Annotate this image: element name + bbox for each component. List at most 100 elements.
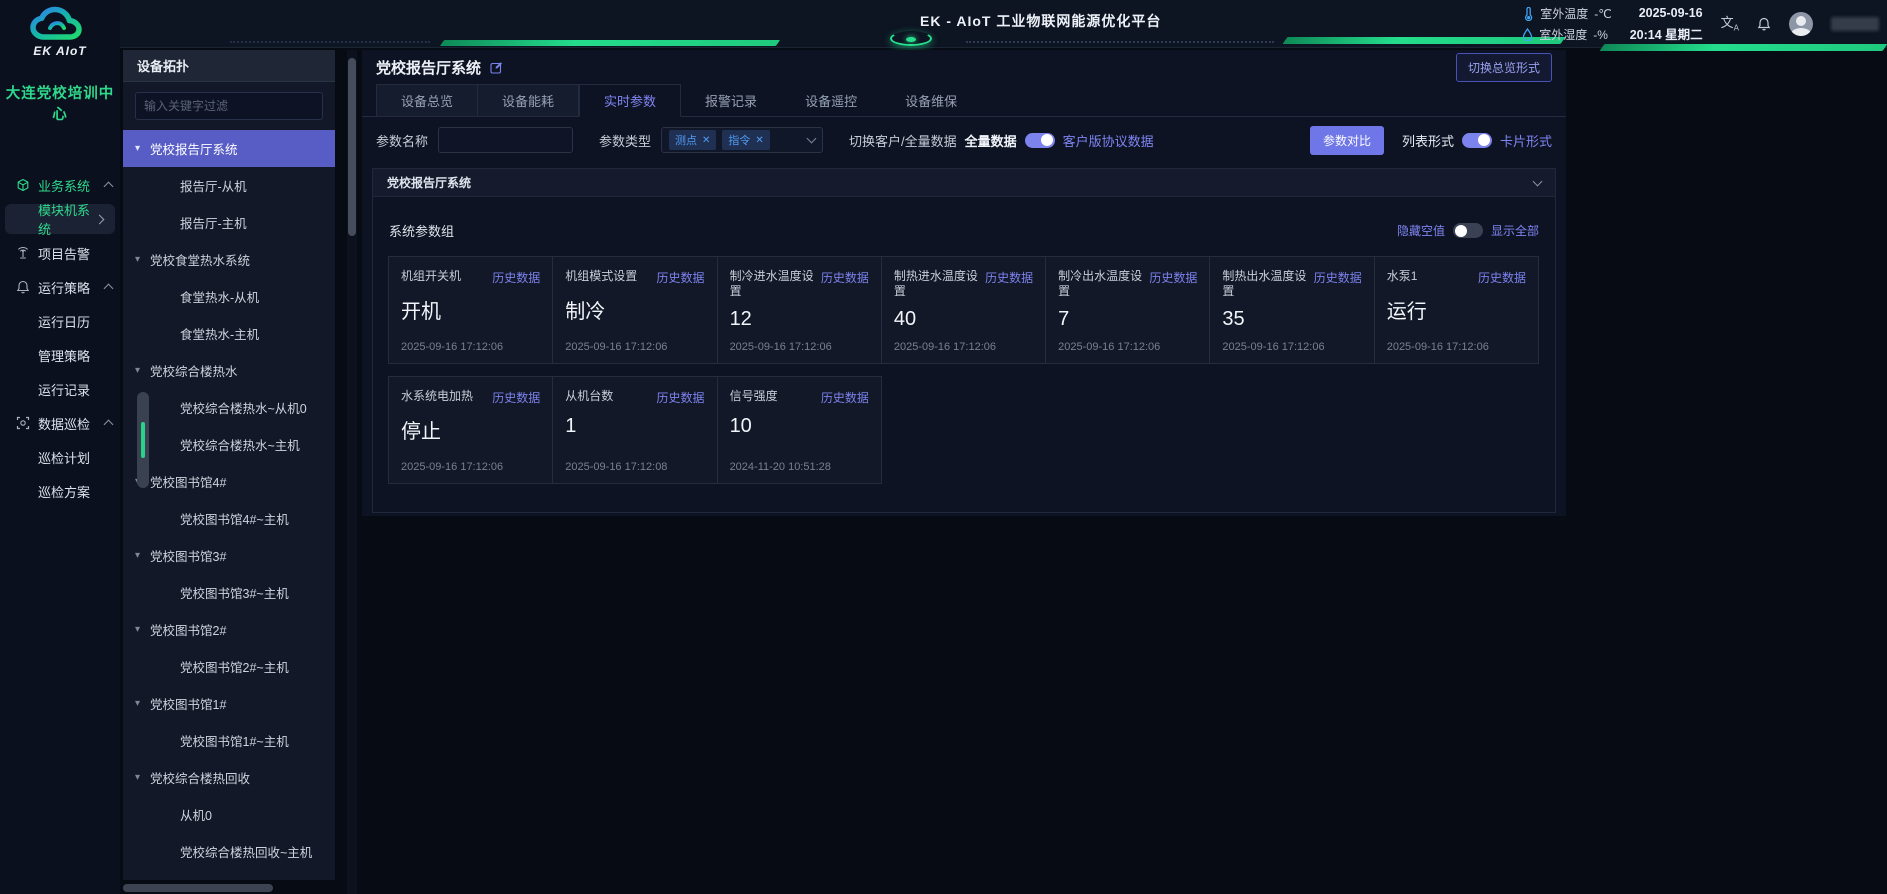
tree-node[interactable]: 党校图书馆3#~主机 — [123, 574, 335, 611]
param-title: 制冷进水温度设置 — [730, 269, 821, 299]
history-data-link[interactable]: 历史数据 — [985, 269, 1033, 286]
tree-caret-icon[interactable]: ▾ — [135, 698, 150, 709]
param-value: 35 — [1222, 308, 1361, 331]
datetime-block: 2025-09-16 20:14 星期二 — [1630, 6, 1703, 43]
sidebar-submenu-item[interactable]: 运行记录 — [0, 372, 120, 406]
v-scrollbar-thumb[interactable] — [348, 58, 356, 236]
param-compare-button[interactable]: 参数对比 — [1310, 126, 1384, 155]
tree-node[interactable]: ▾ 党校图书馆2# — [123, 611, 335, 648]
tree-node[interactable]: 报告厅-从机 — [123, 167, 335, 204]
tab[interactable]: 报警记录 — [681, 84, 781, 116]
strategy-bell-icon — [16, 280, 31, 295]
data-scope-toggle[interactable] — [1025, 133, 1055, 148]
system-section: 党校报告厅系统 系统参数组 隐藏空值 显示全部 机组开关机 历史数据 开机 20… — [372, 168, 1556, 513]
param-title: 机组模式设置 — [565, 269, 637, 284]
history-data-link[interactable]: 历史数据 — [821, 269, 869, 286]
history-data-link[interactable]: 历史数据 — [1478, 269, 1526, 286]
param-value: 7 — [1058, 308, 1197, 331]
tree-caret-icon[interactable]: ▾ — [135, 254, 150, 265]
app-logo: EK AIoT — [0, 0, 120, 58]
history-data-link[interactable]: 历史数据 — [1314, 269, 1362, 286]
h-scrollbar-thumb[interactable] — [123, 884, 273, 892]
tree-node[interactable]: ▾ 党校图书馆4# — [123, 463, 335, 500]
history-data-link[interactable]: 历史数据 — [821, 389, 869, 406]
view-mode-toggle[interactable] — [1462, 133, 1492, 148]
dotted-line-deco — [966, 41, 1274, 43]
inspect-scan-icon — [16, 416, 31, 431]
tree-node[interactable]: 食堂热水-从机 — [123, 278, 335, 315]
tab[interactable]: 设备遥控 — [781, 84, 881, 116]
tree-caret-icon[interactable]: ▾ — [135, 143, 150, 154]
droplet-icon — [1522, 28, 1533, 41]
history-data-link[interactable]: 历史数据 — [492, 269, 540, 286]
cloud-logo-icon — [27, 6, 93, 46]
tree-node[interactable]: ▾ 党校综合楼热水 — [123, 352, 335, 389]
history-data-link[interactable]: 历史数据 — [1149, 269, 1197, 286]
tree-node[interactable]: 食堂热水-主机 — [123, 315, 335, 352]
filter-tag[interactable]: 测点✕ — [669, 130, 716, 150]
param-timestamp: 2025-09-16 17:12:06 — [894, 341, 1033, 353]
device-topology-panel: 设备拓扑 ▾ 党校报告厅系统 报告厅-从机 报告厅-主机 ▾ 党校食堂热水系统 … — [123, 50, 335, 880]
tree-horizontal-scrollbar — [123, 884, 335, 893]
param-title: 机组开关机 — [401, 269, 461, 284]
tag-close-icon[interactable]: ✕ — [702, 135, 710, 146]
bell-icon[interactable] — [1757, 17, 1771, 31]
tree-node[interactable]: 报告厅-主机 — [123, 204, 335, 241]
tab[interactable]: 设备维保 — [881, 84, 981, 116]
tree-caret-icon[interactable]: ▾ — [135, 365, 150, 376]
tree-node[interactable]: ▾ 党校综合楼1# — [123, 870, 335, 880]
parameter-card: 从机台数 历史数据 1 2025-09-16 17:12:08 — [552, 376, 717, 484]
history-data-link[interactable]: 历史数据 — [492, 389, 540, 406]
sidebar-submenu-item[interactable]: 巡检方案 — [0, 474, 120, 508]
business-icon — [16, 178, 31, 193]
param-title: 水泵1 — [1387, 269, 1418, 284]
tree-node[interactable]: 党校综合楼热水~从机0 — [123, 389, 335, 426]
user-avatar[interactable] — [1789, 12, 1813, 36]
tree-caret-icon[interactable]: ▾ — [135, 624, 150, 635]
tree-node[interactable]: 党校图书馆1#~主机 — [123, 722, 335, 759]
tree-node[interactable]: 党校综合楼热回收~主机 — [123, 833, 335, 870]
history-data-link[interactable]: 历史数据 — [657, 269, 705, 286]
param-name-input[interactable] — [438, 127, 573, 153]
param-timestamp: 2025-09-16 17:12:08 — [565, 461, 704, 473]
edit-title-icon[interactable] — [490, 61, 503, 74]
param-type-select[interactable]: 测点✕ 指令✕ — [661, 127, 823, 153]
tree-node[interactable]: 党校综合楼热水~主机 — [123, 426, 335, 463]
param-value: 开机 — [401, 295, 540, 324]
sidebar-submenu-item[interactable]: 模块机系统 — [5, 204, 115, 234]
sidebar-submenu-item[interactable]: 管理策略 — [0, 338, 120, 372]
sidebar-menu-item[interactable]: 数据巡检 — [0, 406, 120, 440]
sidebar-submenu-item[interactable]: 运行日历 — [0, 304, 120, 338]
tree-node[interactable]: ▾ 党校报告厅系统 — [123, 130, 335, 167]
tree-node[interactable]: ▾ 党校食堂热水系统 — [123, 241, 335, 278]
hide-empty-label: 隐藏空值 — [1397, 222, 1445, 239]
tree-node[interactable]: ▾ 党校综合楼热回收 — [123, 759, 335, 796]
tab[interactable]: 设备总览 — [376, 84, 478, 116]
tag-close-icon[interactable]: ✕ — [755, 135, 763, 146]
sidebar-submenu-item[interactable]: 巡检计划 — [0, 440, 120, 474]
param-title: 制热进水温度设置 — [894, 269, 985, 299]
tree-caret-icon[interactable]: ▾ — [135, 772, 150, 783]
tab[interactable]: 设备能耗 — [478, 84, 579, 116]
sidebar-menu-item[interactable]: 运行策略 — [0, 270, 120, 304]
param-timestamp: 2025-09-16 17:12:06 — [401, 341, 540, 353]
param-value: 制冷 — [565, 295, 704, 324]
tree-node[interactable]: 党校图书馆2#~主机 — [123, 648, 335, 685]
sidebar-menu-item[interactable]: 业务系统 — [0, 168, 120, 202]
hide-empty-toggle[interactable] — [1453, 223, 1483, 238]
tree-node[interactable]: 党校图书馆4#~主机 — [123, 500, 335, 537]
tree-search-box[interactable] — [135, 92, 323, 120]
panel-collapse-handle[interactable] — [137, 392, 149, 488]
language-icon[interactable]: 文A — [1721, 16, 1739, 33]
tree-search-input[interactable] — [144, 99, 314, 113]
tree-node[interactable]: 从机0 — [123, 796, 335, 833]
filter-tag[interactable]: 指令✕ — [722, 130, 769, 150]
tree-caret-icon[interactable]: ▾ — [135, 550, 150, 561]
history-data-link[interactable]: 历史数据 — [657, 389, 705, 406]
switch-overview-button[interactable]: 切换总览形式 — [1456, 53, 1552, 82]
tree-node[interactable]: ▾ 党校图书馆1# — [123, 685, 335, 722]
tree-node[interactable]: ▾ 党校图书馆3# — [123, 537, 335, 574]
sidebar-menu-item[interactable]: 项目告警 — [0, 236, 120, 270]
tab[interactable]: 实时参数 — [579, 84, 681, 117]
section-header[interactable]: 党校报告厅系统 — [373, 169, 1555, 197]
